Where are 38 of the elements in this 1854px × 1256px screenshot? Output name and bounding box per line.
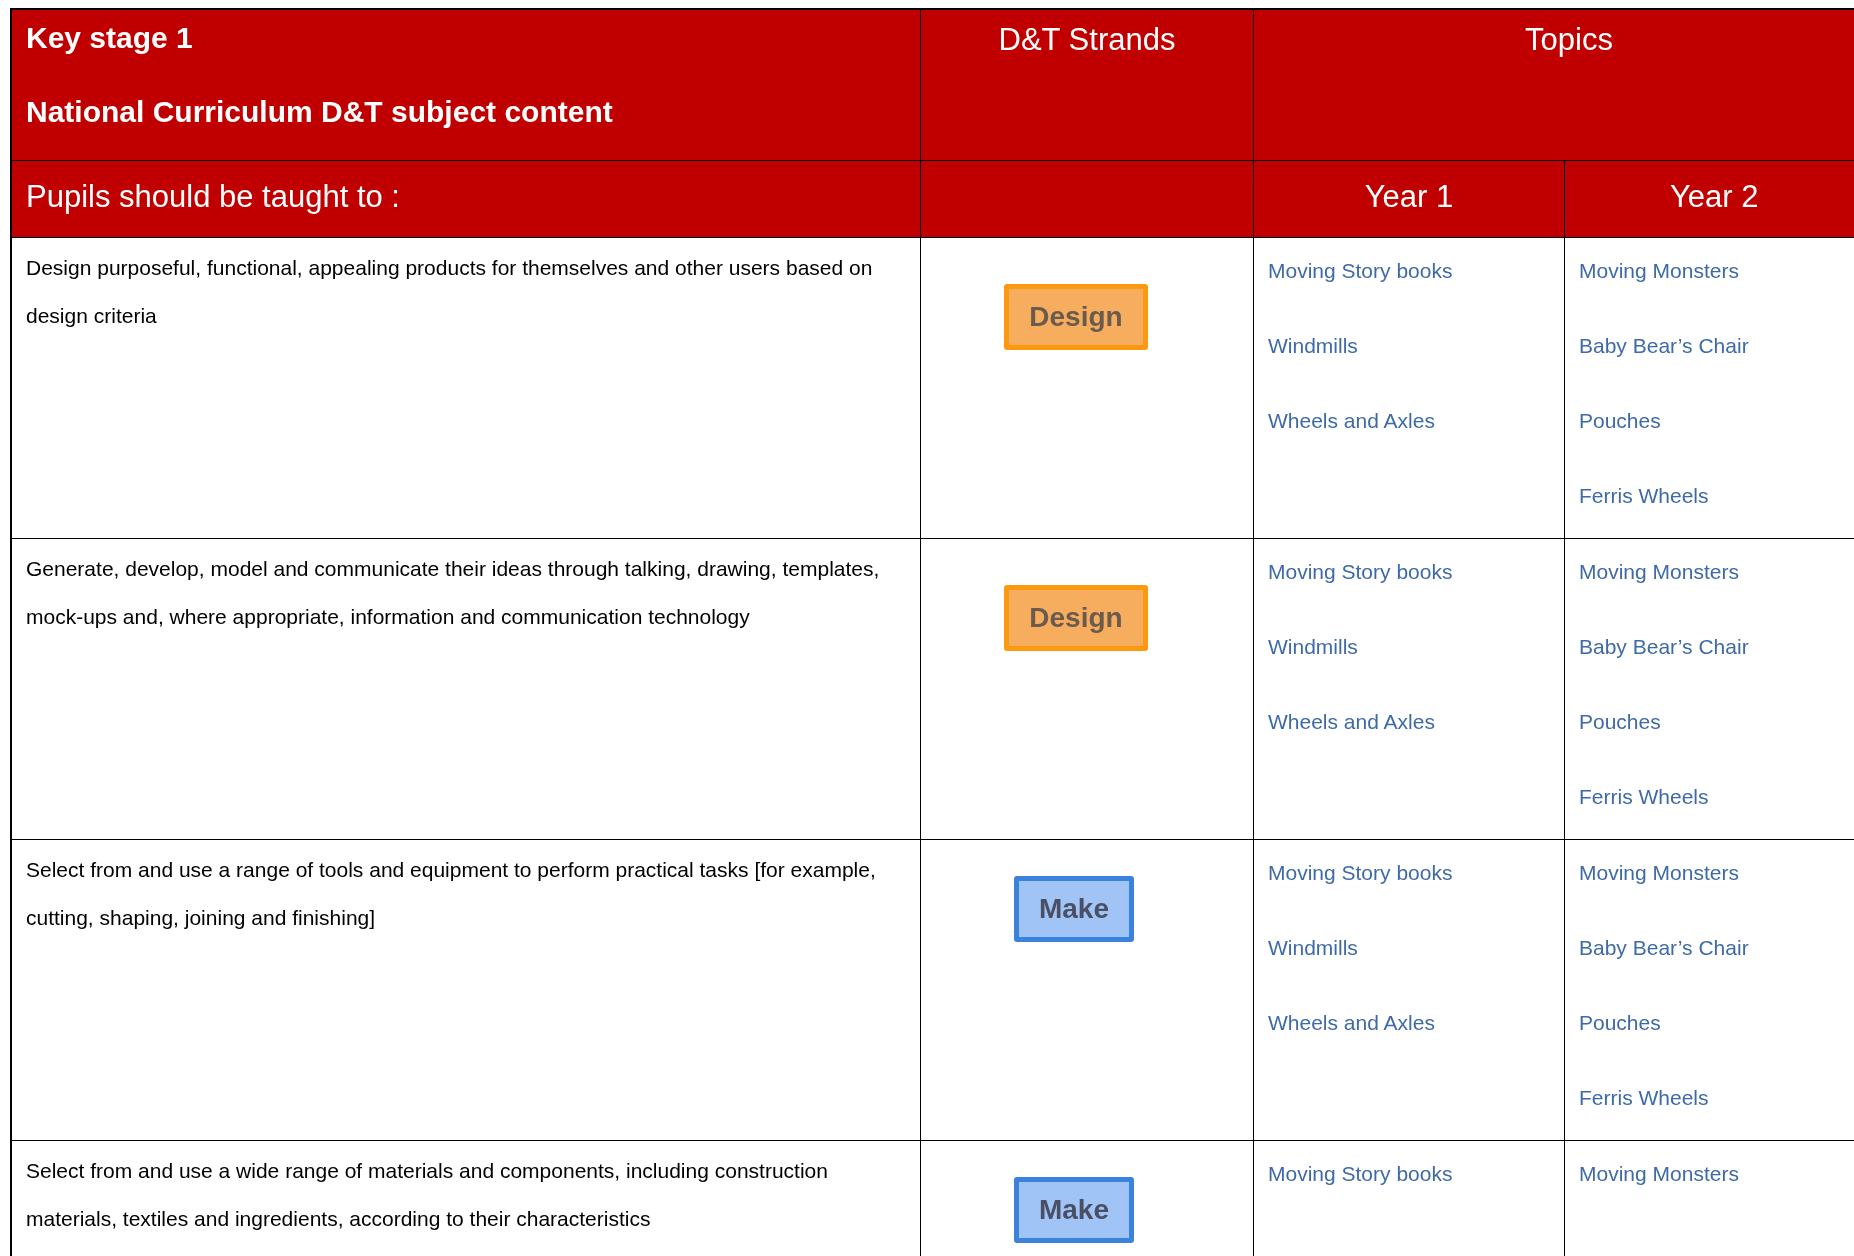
topic-link[interactable]: Moving Story books — [1268, 254, 1453, 288]
column-heading: D&T Strands — [998, 22, 1176, 58]
topic-link[interactable]: Pouches — [1579, 1006, 1749, 1040]
topic-link[interactable]: Wheels and Axles — [1268, 1006, 1453, 1040]
curriculum-statement: Select from and use a wide range of materials and components, including construction materials, textiles and ingredients, according to their characteristics — [26, 1158, 829, 1232]
topic-link[interactable]: Wheels and Axles — [1268, 705, 1453, 739]
topic-link[interactable]: Moving Monsters — [1579, 555, 1749, 589]
table-title: Key stage 1 — [26, 20, 193, 56]
topic-link[interactable]: Moving Monsters — [1579, 856, 1749, 890]
curriculum-statement: Generate, develop, model and communicate their ideas through talking, drawing, templates, mock-ups and, where appropriate, information and communication technology — [26, 556, 881, 630]
column-heading: Topics — [1525, 22, 1613, 58]
topic-link[interactable]: Baby Bear’s Chair — [1579, 329, 1749, 363]
topic-link[interactable]: Moving Story books — [1268, 1157, 1453, 1191]
topic-link[interactable]: Baby Bear’s Chair — [1579, 630, 1749, 664]
topic-link[interactable]: Pouches — [1579, 404, 1749, 438]
topic-link[interactable]: Windmills — [1268, 931, 1453, 965]
strand-label: Make — [1013, 1177, 1134, 1243]
column-heading: Year 2 — [1670, 179, 1759, 215]
topic-link[interactable]: Moving Monsters — [1579, 1157, 1739, 1191]
topic-link[interactable]: Ferris Wheels — [1579, 1081, 1749, 1115]
strand-label: Make — [1013, 876, 1134, 942]
topic-link[interactable]: Ferris Wheels — [1579, 479, 1749, 513]
topic-link[interactable]: Baby Bear’s Chair — [1579, 931, 1749, 965]
curriculum-statement: Select from and use a range of tools and equipment to perform practical tasks [for example, cutting, shaping, joining and finishing] — [26, 857, 877, 931]
topic-link[interactable]: Ferris Wheels — [1579, 780, 1749, 814]
topic-link[interactable]: Windmills — [1268, 630, 1453, 664]
strand-label: Design — [1004, 284, 1148, 350]
curriculum-statement: Design purposeful, functional, appealing products for themselves and other users based on design criteria — [26, 255, 874, 329]
row-heading: Pupils should be taught to : — [26, 179, 400, 215]
topic-link[interactable]: Moving Story books — [1268, 555, 1453, 589]
topic-link[interactable]: Windmills — [1268, 329, 1453, 363]
topic-link[interactable]: Wheels and Axles — [1268, 404, 1453, 438]
topic-link[interactable]: Pouches — [1579, 705, 1749, 739]
topic-link[interactable]: Moving Story books — [1268, 856, 1453, 890]
strand-label: Design — [1004, 585, 1148, 651]
topic-link[interactable]: Moving Monsters — [1579, 254, 1749, 288]
column-heading: Year 1 — [1364, 179, 1454, 215]
table-subtitle: National Curriculum D&T subject content — [26, 94, 613, 130]
